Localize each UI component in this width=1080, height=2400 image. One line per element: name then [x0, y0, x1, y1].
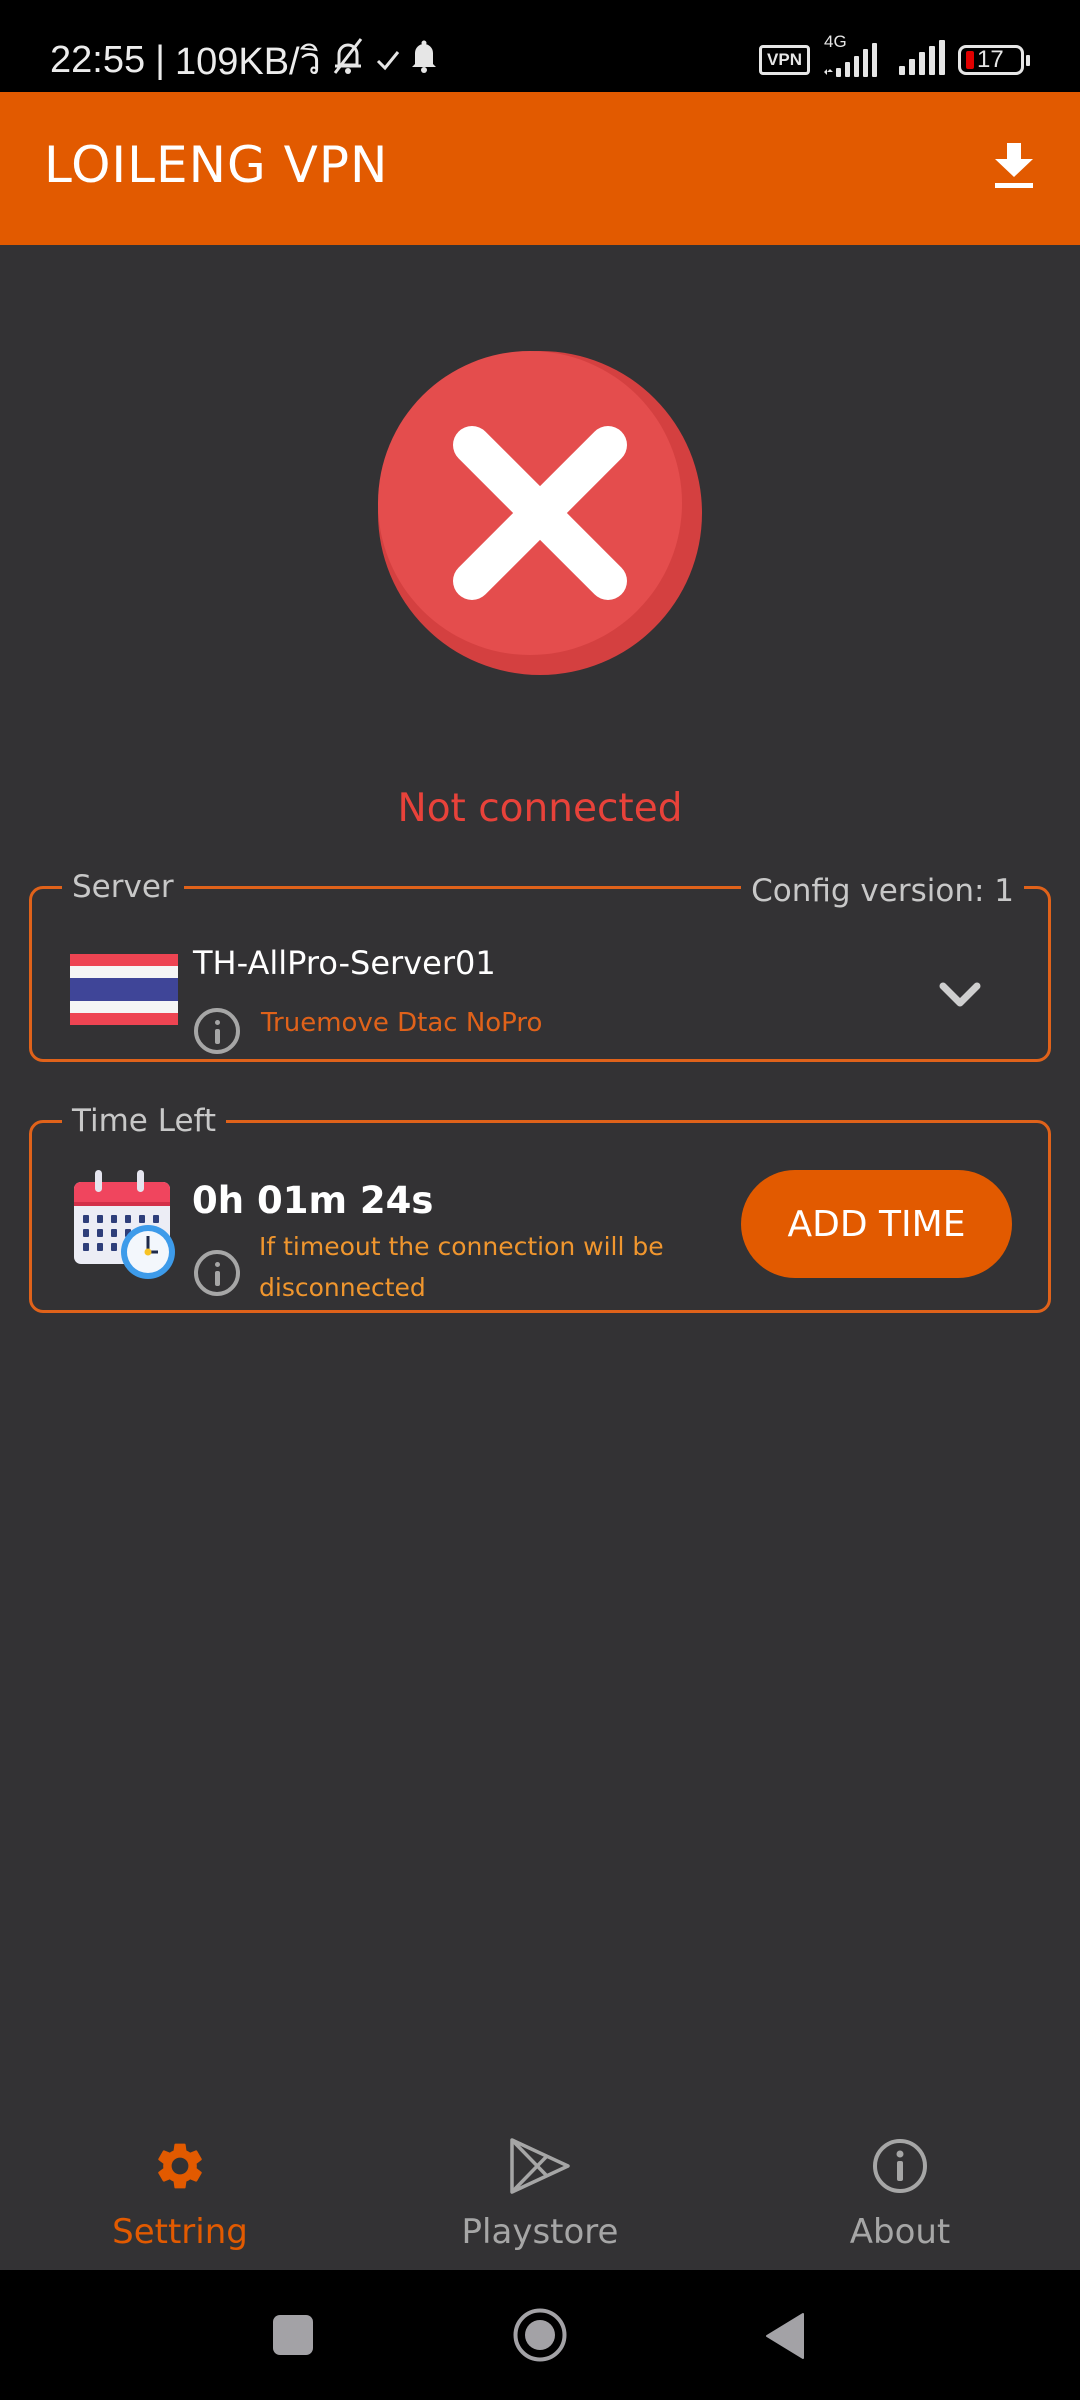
check-icon — [375, 39, 401, 82]
config-version: Config version: 1 — [741, 876, 1024, 907]
server-name: TH-AllPro-Server01 — [193, 944, 496, 982]
nav-label: About — [849, 2212, 951, 2252]
app-bar: LOILENG VPN — [0, 92, 1080, 245]
connect-toggle-button[interactable] — [377, 350, 703, 676]
time-left-value: 0h 01m 24s — [192, 1179, 434, 1222]
battery-icon: 17 — [958, 45, 1030, 75]
calendar-clock-icon — [72, 1170, 176, 1280]
nav-label: Settring — [112, 2212, 248, 2252]
chevron-down-icon[interactable] — [938, 980, 982, 1010]
vpn-badge: VPN — [759, 45, 810, 75]
battery-level — [966, 51, 974, 69]
timeout-message: If timeout the connection will be discon… — [259, 1232, 664, 1302]
server-description: Truemove Dtac NoPro — [261, 1008, 543, 1038]
system-nav-bar — [0, 2270, 1080, 2400]
thailand-flag-icon — [70, 954, 178, 1025]
server-card[interactable]: Server Config version: 1 TH-AllPro-Serve… — [29, 869, 1051, 1062]
bottom-nav: Settring Playstore About — [0, 2110, 1080, 2270]
battery-percent: 17 — [977, 46, 1004, 73]
download-button[interactable] — [988, 138, 1040, 194]
app-title: LOILENG VPN — [44, 136, 389, 194]
download-icon — [995, 143, 1033, 188]
status-bar: 22:55 | 109KB/วิ VPN 4G 17 — [0, 0, 1080, 92]
time-left-card: Time Left 0h 01m 24s If timeout the conn… — [29, 1103, 1051, 1313]
info-icon — [194, 1250, 240, 1296]
back-triangle-icon — [766, 2313, 804, 2359]
info-icon — [870, 2136, 930, 2196]
nav-item-setting[interactable]: Settring — [0, 2110, 360, 2270]
nav-label: Playstore — [461, 2212, 619, 2252]
signal-icon — [898, 38, 946, 82]
status-right: VPN 4G 17 — [759, 32, 1030, 82]
home-button[interactable] — [513, 2308, 567, 2362]
play-store-icon — [510, 2136, 570, 2196]
add-time-button[interactable]: ADD TIME — [741, 1170, 1012, 1278]
nav-item-playstore[interactable]: Playstore — [360, 2110, 720, 2270]
nav-item-about[interactable]: About — [720, 2110, 1080, 2270]
gear-icon — [150, 2136, 210, 2196]
server-legend: Server — [72, 869, 174, 905]
clock: 22:55 — [50, 39, 146, 81]
network-speed: 109KB/วิ — [174, 41, 321, 83]
signal-4g-icon: 4G — [822, 32, 886, 80]
info-icon — [194, 1008, 240, 1054]
time-left-legend: Time Left — [72, 1103, 217, 1139]
home-circle-icon — [513, 2308, 567, 2362]
recents-button[interactable] — [273, 2315, 313, 2355]
status-left: 22:55 | 109KB/วิ — [50, 30, 437, 91]
separator: | — [155, 39, 165, 81]
bell-off-icon — [331, 37, 365, 85]
connection-status-text: Not connected — [397, 786, 683, 831]
bell-icon — [411, 39, 437, 83]
back-button[interactable] — [765, 2312, 805, 2360]
error-x-icon — [378, 351, 702, 675]
